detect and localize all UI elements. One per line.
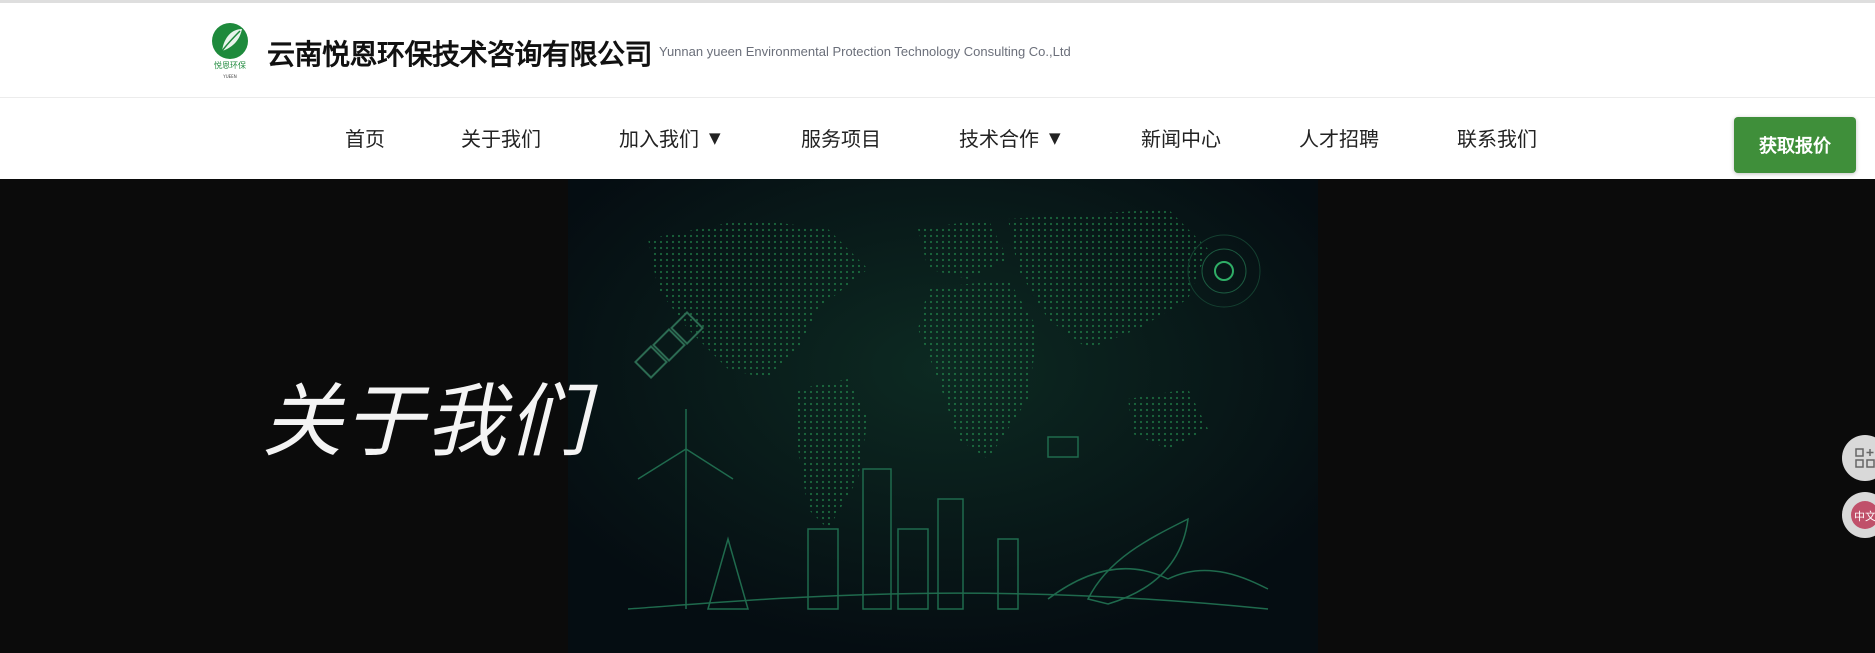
nav-item-about[interactable]: 关于我们 (461, 123, 541, 152)
nav-item-contact[interactable]: 联系我们 (1457, 123, 1537, 152)
qr-code-icon (1855, 448, 1875, 468)
nav-label: 新闻中心 (1141, 127, 1221, 151)
nav-label: 加入我们 (619, 127, 699, 151)
nav-label: 服务项目 (801, 127, 881, 151)
nav-item-news[interactable]: 新闻中心 (1141, 123, 1221, 152)
caret-down-icon: ▼ (1049, 128, 1061, 147)
nav-label: 人才招聘 (1299, 127, 1379, 151)
nav-label: 关于我们 (461, 127, 541, 151)
logo-subtext: YUEEN (222, 74, 236, 79)
nav-item-join[interactable]: 加入我们 ▼ (619, 123, 721, 152)
nav-item-jobs[interactable]: 人才招聘 (1299, 123, 1379, 152)
nav-item-home[interactable]: 首页 (345, 123, 385, 152)
company-name: 云南悦恩环保技术咨询有限公司 (267, 38, 653, 71)
hero-banner: 关于我们 (0, 179, 1875, 653)
company-name-en: Yunnan yueen Environmental Protection Te… (659, 44, 1071, 59)
site-header: 悦恩环保 YUEEN 云南悦恩环保技术咨询有限公司 Yunnan yueen E… (0, 3, 1875, 98)
nav-item-tech[interactable]: 技术合作 ▼ (959, 123, 1061, 152)
logo-leaf-icon[interactable]: 悦恩环保 YUEEN (210, 21, 250, 81)
main-nav: 首页 关于我们 加入我们 ▼ 服务项目 技术合作 ▼ 新闻中心 人才招聘 联系我们 (0, 99, 1875, 179)
nav-label: 首页 (345, 127, 385, 151)
lang-text: 中文 (1854, 509, 1875, 523)
caret-down-icon: ▼ (709, 128, 721, 147)
nav-label: 联系我们 (1457, 127, 1537, 151)
translate-icon: 中文 (1851, 501, 1875, 529)
hero-world-map-image (568, 179, 1318, 653)
logo-text: 悦恩环保 (214, 60, 246, 70)
get-quote-button[interactable]: 获取报价 (1734, 117, 1856, 173)
hero-title: 关于我们 (262, 375, 590, 468)
nav-item-services[interactable]: 服务项目 (801, 123, 881, 152)
nav-label: 技术合作 (959, 127, 1039, 151)
